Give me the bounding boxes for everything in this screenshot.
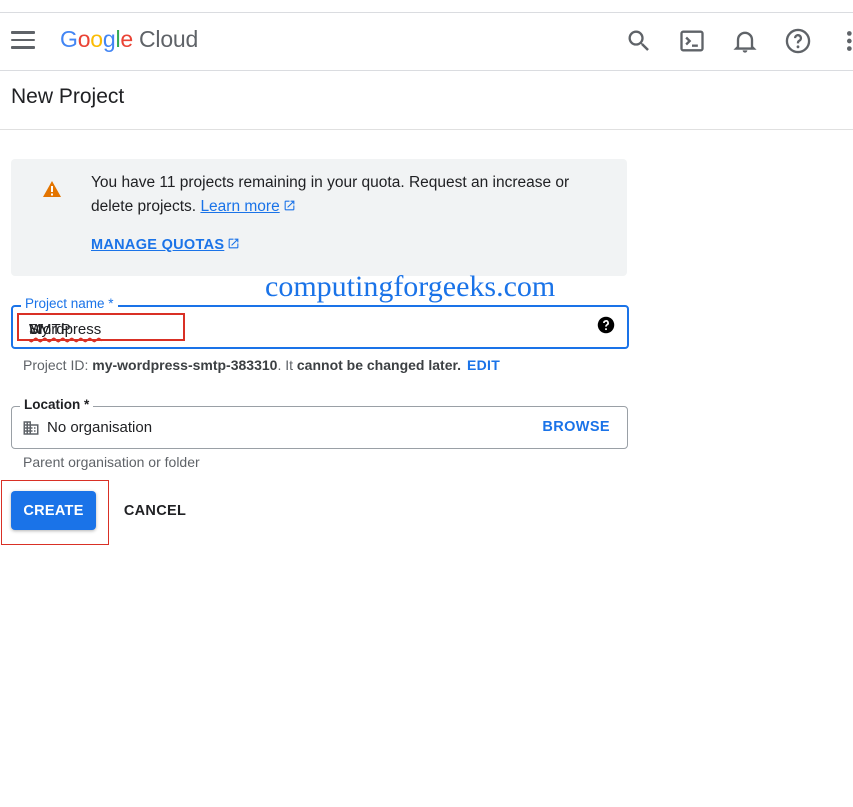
top-bar: Google Cloud — [0, 13, 853, 71]
help-circle-icon[interactable] — [597, 316, 615, 339]
location-label: Location * — [20, 397, 94, 412]
manage-quotas-link[interactable]: MANAGE QUOTAS — [91, 237, 240, 254]
quota-warning-banner: You have 11 projects remaining in your q… — [11, 159, 627, 276]
search-icon[interactable] — [625, 27, 653, 55]
edit-project-id-button[interactable]: EDIT — [467, 357, 500, 373]
location-field[interactable]: Location * No organisation BROWSE — [11, 397, 628, 449]
quota-message: You have 11 projects remaining in your q… — [91, 171, 601, 220]
create-button[interactable]: CREATE — [11, 491, 96, 530]
warning-icon — [42, 180, 62, 203]
learn-more-link[interactable]: Learn more — [200, 198, 295, 215]
hamburger-menu-icon[interactable] — [11, 31, 35, 51]
bell-icon[interactable] — [731, 27, 759, 55]
page-title-bar: New Project — [0, 71, 853, 130]
project-name-input[interactable]: My Wordpress SMTP — [17, 313, 185, 341]
project-id-text: Project ID: my-wordpress-smtp-383310. It… — [23, 357, 462, 373]
watermark: computingforgeeks.com — [265, 270, 556, 303]
project-name-field[interactable]: Project name * My Wordpress SMTP — [11, 296, 629, 349]
cancel-button[interactable]: CANCEL — [115, 491, 195, 530]
project-name-label: Project name * — [21, 296, 118, 311]
external-link-icon — [283, 196, 296, 220]
terminal-icon[interactable] — [678, 27, 706, 55]
building-icon — [22, 419, 40, 442]
page-title: New Project — [11, 85, 125, 108]
location-hint: Parent organisation or folder — [23, 454, 200, 470]
google-cloud-logo[interactable]: Google Cloud — [60, 26, 198, 53]
more-vert-icon[interactable] — [840, 27, 853, 55]
help-icon[interactable] — [784, 27, 812, 55]
browse-button[interactable]: BROWSE — [542, 419, 610, 435]
external-link-icon — [227, 237, 240, 254]
location-value: No organisation — [47, 419, 153, 436]
